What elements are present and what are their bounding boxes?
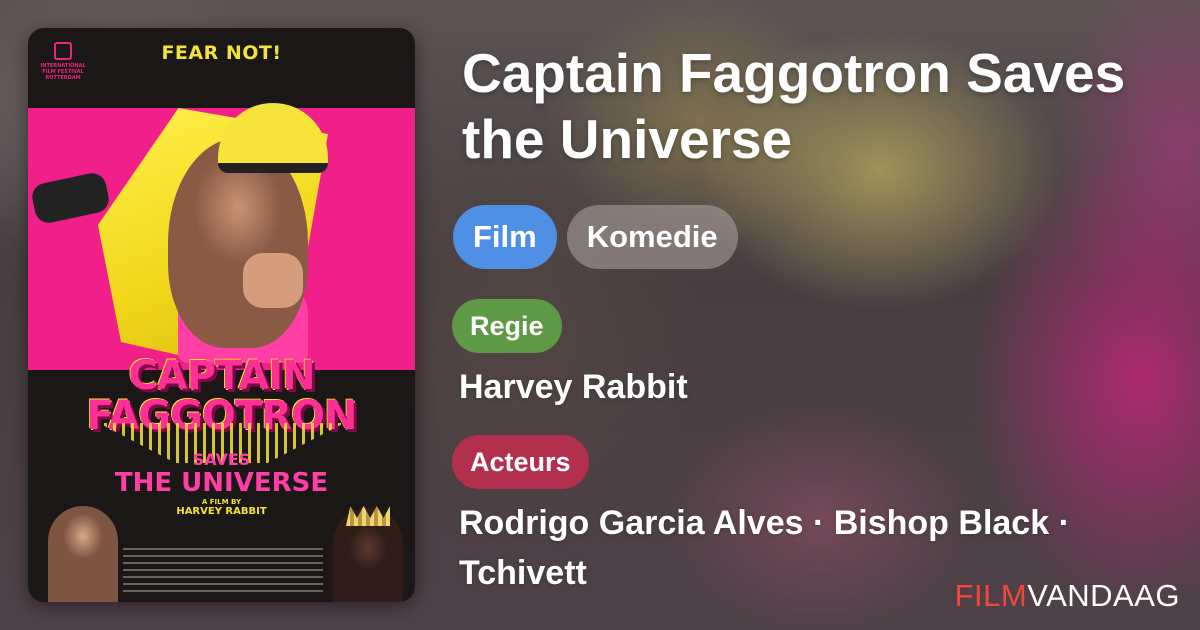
regie-label: Regie: [452, 299, 562, 353]
brand-logo[interactable]: FILMVANDAAG: [955, 578, 1180, 614]
movie-title: Captain Faggotron Saves the Universe: [462, 42, 1126, 170]
tag-film[interactable]: Film: [453, 205, 557, 269]
tag-komedie[interactable]: Komedie: [566, 205, 738, 269]
poster-subtitle-saves: SAVES: [192, 450, 251, 469]
share-card: INTERNATIONAL FILM FESTIVAL ROTTERDAM FE…: [0, 0, 1200, 630]
poster-credit-block: [123, 548, 323, 594]
genre-tags: Film Komedie: [453, 205, 738, 269]
brand-logo-part2: VANDAAG: [1027, 578, 1180, 613]
festival-logo-text: INTERNATIONAL FILM FESTIVAL ROTTERDAM: [40, 63, 86, 81]
poster-tagline: FEAR NOT!: [161, 42, 282, 64]
movie-poster[interactable]: INTERNATIONAL FILM FESTIVAL ROTTERDAM FE…: [28, 28, 415, 602]
poster-fist: [243, 253, 303, 308]
regie-value: Harvey Rabbit: [459, 368, 688, 406]
poster-character-left: [48, 506, 118, 602]
acteurs-label: Acteurs: [452, 435, 589, 489]
poster-a-film-by: A FILM BY: [201, 498, 242, 506]
brand-logo-part1: FILM: [954, 578, 1028, 613]
poster-subtitle-universe: THE UNIVERSE: [114, 468, 329, 498]
poster-title-line1: CAPTAIN: [128, 353, 315, 399]
